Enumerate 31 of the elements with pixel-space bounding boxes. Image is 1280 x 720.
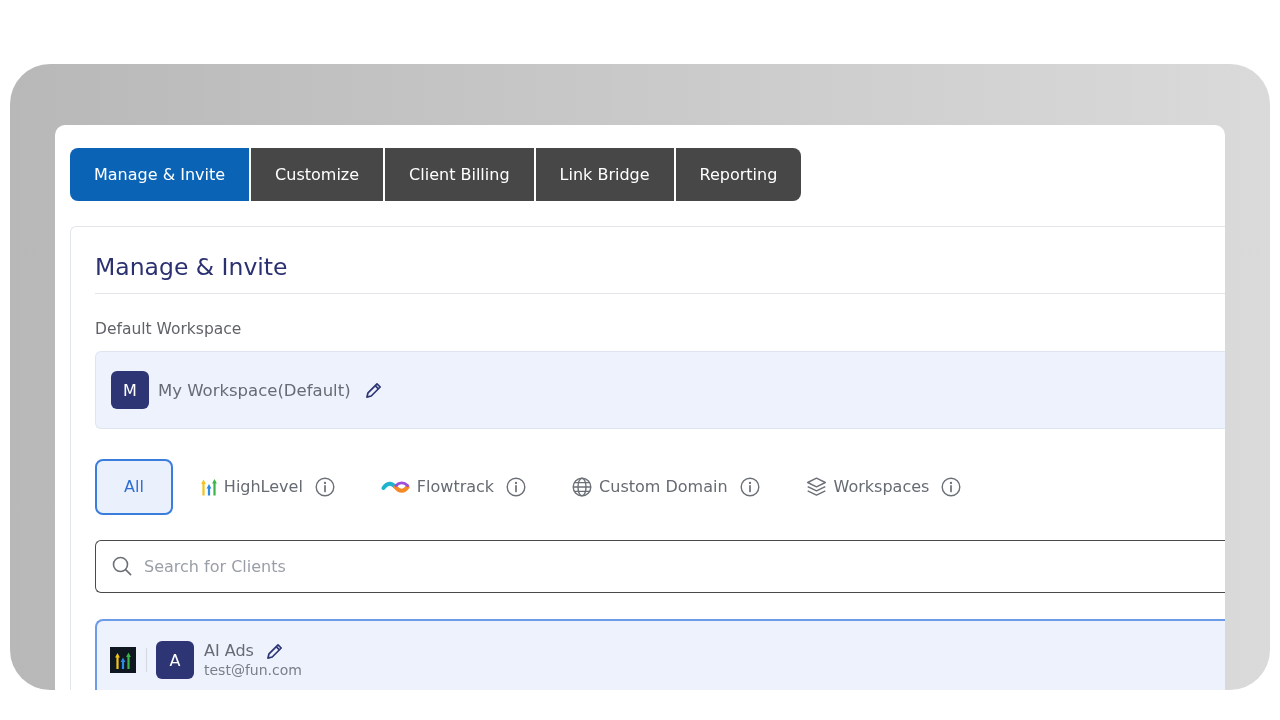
tab[interactable]: Customize (251, 148, 384, 201)
filter-tab[interactable]: HighLevel (200, 476, 303, 498)
workspace-avatar: M (111, 371, 149, 409)
pencil-icon[interactable] (364, 381, 382, 399)
info-icon[interactable] (506, 477, 527, 497)
info-icon[interactable] (739, 477, 760, 497)
workspace-name: My Workspace(Default) (158, 380, 351, 400)
search-field[interactable]: Search for Clients (95, 540, 1225, 593)
globe-icon (572, 477, 593, 497)
search-icon (112, 556, 132, 576)
info-icon[interactable] (314, 477, 335, 497)
client-avatar: A (156, 641, 194, 679)
tab[interactable]: Link Bridge (535, 148, 674, 201)
tab[interactable]: Manage & Invite (70, 148, 250, 201)
tab[interactable]: Client Billing (385, 148, 534, 201)
client-name: AI Ads (204, 641, 254, 661)
tab[interactable]: Reporting (675, 148, 802, 201)
client-row[interactable]: A AI Ads test@fun.com (95, 619, 1225, 690)
wave-icon (380, 479, 410, 495)
client-email: test@fun.com (204, 661, 302, 679)
pencil-icon[interactable] (265, 642, 283, 660)
filter-tab[interactable]: Flowtrack (380, 476, 495, 498)
field-label: Default Workspace (95, 319, 242, 340)
layers-icon (805, 477, 827, 497)
filter-tab[interactable]: Workspaces (805, 476, 930, 498)
filter-tab[interactable]: All (95, 459, 173, 515)
section-title: Manage & Invite (95, 252, 288, 282)
arrows-icon (200, 478, 217, 496)
filter-tab[interactable]: Custom Domain (572, 476, 728, 498)
info-icon[interactable] (941, 477, 962, 497)
arrows-logo-icon (110, 647, 136, 673)
